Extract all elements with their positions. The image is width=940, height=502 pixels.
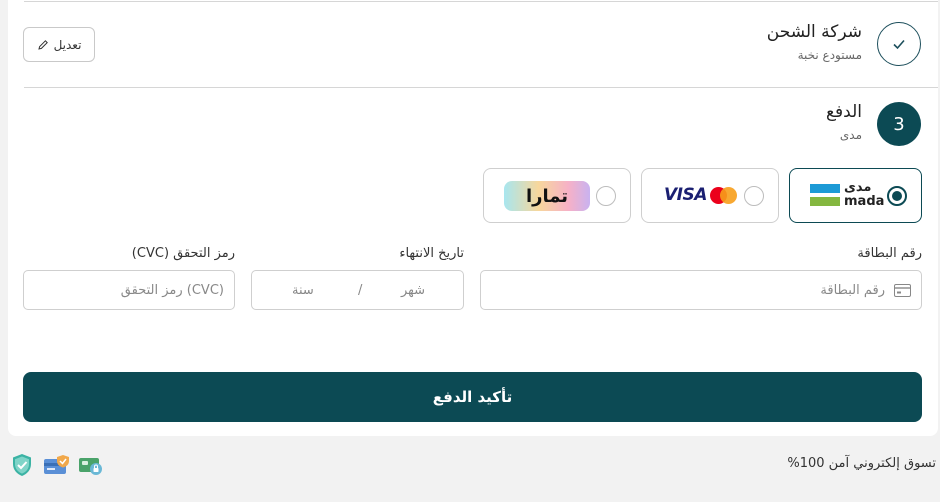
edit-label: تعديل (53, 37, 82, 52)
mastercard-logo (710, 187, 738, 205)
expiry-year-placeholder[interactable]: سنة (292, 283, 314, 298)
expiry-separator: / (358, 283, 363, 298)
mada-radio[interactable] (887, 186, 907, 206)
visa-radio[interactable] (744, 186, 764, 206)
section-divider (24, 87, 938, 88)
shield-check-icon (13, 454, 31, 476)
payment-option-tamara[interactable]: تمارا (483, 168, 631, 223)
confirm-payment-button[interactable]: تأكيد الدفع (23, 372, 922, 422)
secure-card-icon (44, 455, 69, 474)
payment-option-mada[interactable]: مدى mada (789, 168, 922, 223)
tamara-radio[interactable] (596, 186, 616, 206)
checkout-card: شركة الشحن مستودع نخبة تعديل 3 الدفع مدى… (8, 0, 938, 436)
mada-logo: مدى mada (810, 180, 884, 209)
shipping-title: شركة الشحن (766, 22, 862, 42)
expiry-field[interactable]: شهر / سنة (251, 270, 464, 310)
payment-option-visa-mastercard[interactable]: VISA (641, 168, 779, 223)
edit-shipping-button[interactable]: تعديل (23, 27, 95, 62)
secure-payment-icon (79, 458, 102, 475)
expiry-month-placeholder[interactable]: شهر (401, 283, 425, 298)
tamara-logo: تمارا (504, 181, 590, 211)
visa-logo: VISA (664, 185, 707, 205)
shipping-step-complete (877, 22, 921, 66)
cvc-placeholder: (CVC) رمز التحقق (120, 283, 224, 298)
cvc-field[interactable]: (CVC) رمز التحقق (23, 270, 235, 310)
secure-shopping-text: تسوق إلكتروني آمن 100% (787, 456, 936, 471)
card-number-placeholder: رقم البطاقة (820, 283, 885, 298)
card-number-field[interactable]: رقم البطاقة (480, 270, 922, 310)
top-divider (24, 1, 938, 2)
payment-step-number: 3 (877, 102, 921, 146)
cvc-label: رمز التحقق (CVC) (131, 246, 235, 261)
payment-subtitle: مدى (839, 128, 862, 142)
expiry-label: تاريخ الانتهاء (399, 246, 464, 261)
card-number-label: رقم البطاقة (857, 246, 922, 261)
credit-card-icon (894, 284, 911, 297)
checkmark-icon (893, 39, 905, 50)
pencil-icon (37, 39, 48, 50)
payment-title: الدفع (825, 102, 862, 122)
shipping-subtitle: مستودع نخبة (797, 48, 862, 62)
